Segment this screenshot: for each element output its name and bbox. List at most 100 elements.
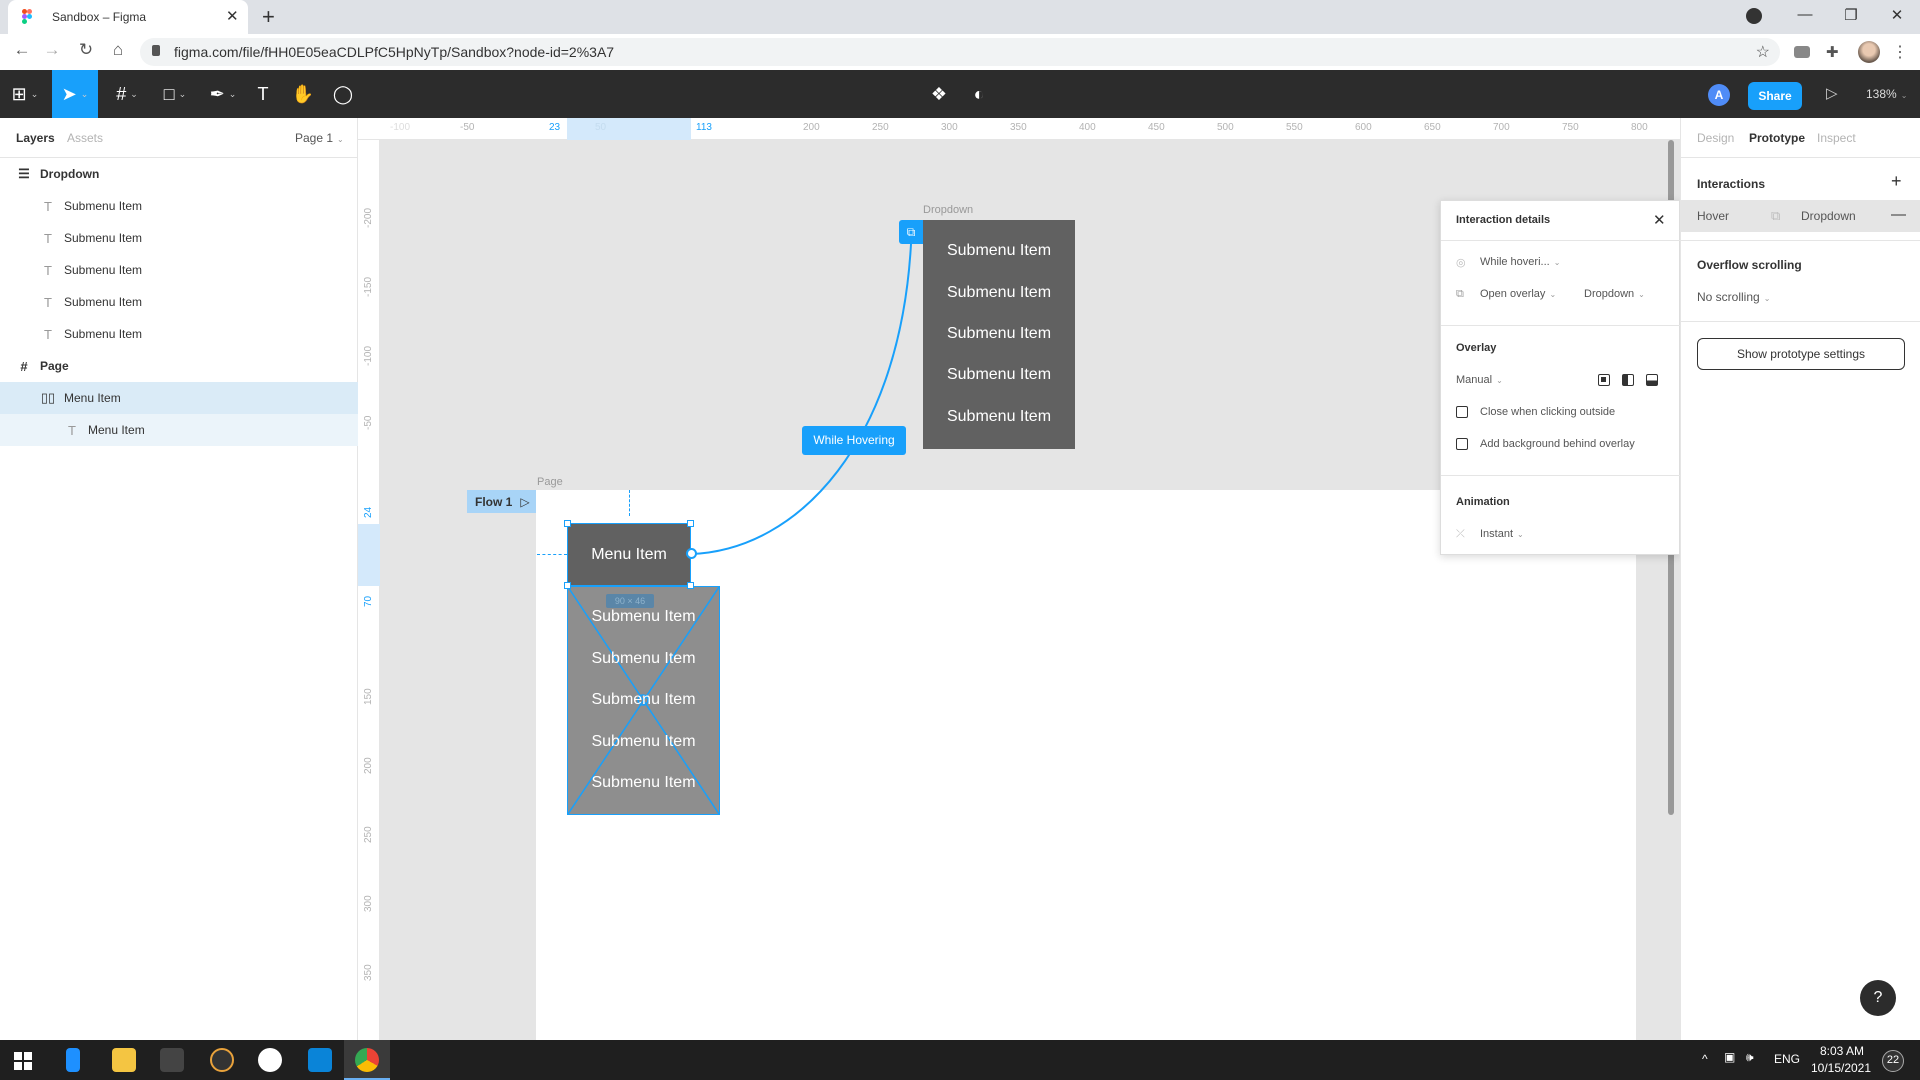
browser-tab[interactable]: Sandbox – Figma ✕ — [8, 0, 248, 34]
profile-avatar[interactable] — [1858, 41, 1880, 63]
zoom-level-dropdown[interactable]: 138% ⌄ — [1866, 87, 1907, 101]
tab-layers[interactable]: Layers — [16, 131, 55, 145]
add-interaction-plus-icon[interactable]: + — [1891, 171, 1902, 192]
chevron-down-icon: ⌄ — [1549, 290, 1557, 299]
connection-node-handle[interactable] — [686, 548, 697, 559]
phone-app-icon[interactable] — [66, 1048, 80, 1072]
forward-button[interactable]: → — [40, 40, 64, 60]
new-tab-button[interactable]: + — [262, 4, 275, 30]
contrast-button[interactable]: ◐ — [956, 70, 1002, 118]
layer-submenu-item[interactable]: T Submenu Item — [0, 286, 358, 318]
resize-handle[interactable] — [687, 582, 694, 589]
camera-icon[interactable] — [1794, 46, 1810, 58]
overlay-preview[interactable]: 90 × 46 Submenu Item Submenu Item Submen… — [567, 586, 720, 815]
comment-tool-button[interactable]: ◯ — [320, 70, 366, 118]
interaction-row[interactable]: Hover ⧉ Dropdown — — [1681, 200, 1920, 232]
file-explorer-icon[interactable] — [112, 1048, 136, 1072]
home-button[interactable]: ⌂ — [106, 40, 130, 60]
move-tool-button[interactable]: ➤ ⌄ — [52, 70, 98, 118]
bookmark-star-icon[interactable]: ☆ — [1756, 42, 1770, 62]
position-value: Manual — [1456, 374, 1493, 386]
position-bottom-icon[interactable] — [1646, 374, 1658, 386]
clock-time[interactable]: 8:03 AM — [1812, 1044, 1872, 1058]
tab-search-icon[interactable] — [1746, 8, 1762, 24]
present-play-button[interactable]: ▷ — [1826, 84, 1838, 102]
resize-handle[interactable] — [687, 520, 694, 527]
layer-menu-item-selected[interactable]: ▯▯ Menu Item — [0, 382, 358, 414]
connection-curve — [690, 243, 912, 555]
layer-name: Submenu Item — [64, 199, 143, 213]
windows-start-icon[interactable] — [14, 1052, 32, 1070]
connection-trigger-label[interactable]: While Hovering — [802, 426, 906, 455]
layer-name: Page — [40, 359, 69, 373]
tab-inspect[interactable]: Inspect — [1817, 131, 1856, 145]
layer-submenu-item[interactable]: T Submenu Item — [0, 254, 358, 286]
restore-button[interactable]: ❐ — [1836, 6, 1866, 24]
chrome-menu-icon[interactable]: ⋮ — [1892, 42, 1908, 62]
extensions-puzzle-icon[interactable]: ✚ — [1826, 43, 1839, 61]
minimize-button[interactable]: — — [1790, 6, 1820, 23]
tab-assets[interactable]: Assets — [67, 131, 103, 145]
layer-submenu-item[interactable]: T Submenu Item — [0, 318, 358, 350]
layer-page[interactable]: # Page — [0, 350, 358, 382]
chevron-down-icon: ⌄ — [337, 135, 344, 144]
menu-item-frame-selected[interactable]: Menu Item — [567, 523, 691, 586]
clock-date[interactable]: 10/15/2021 — [1806, 1061, 1876, 1075]
reload-button[interactable]: ↻ — [74, 40, 98, 60]
tab-design[interactable]: Design — [1697, 131, 1734, 145]
terminal-icon[interactable] — [160, 1048, 184, 1072]
help-button[interactable]: ? — [1860, 980, 1896, 1016]
notifications-badge[interactable]: 22 — [1882, 1050, 1904, 1072]
slack-icon[interactable] — [258, 1048, 282, 1072]
close-outside-checkbox[interactable] — [1456, 406, 1468, 418]
popup-header: Interaction details ✕ — [1441, 201, 1681, 241]
back-button[interactable]: ← — [10, 40, 34, 60]
show-hidden-icons[interactable]: ^ — [1702, 1052, 1708, 1066]
windows-taskbar — [0, 1040, 1920, 1080]
share-button[interactable]: Share — [1748, 82, 1802, 110]
frame-tool-button[interactable]: # ⌄ — [104, 70, 150, 118]
volume-icon[interactable]: 🕪 — [1746, 1050, 1754, 1065]
interaction-trigger: Hover — [1697, 209, 1730, 223]
resize-handle[interactable] — [564, 582, 571, 589]
resize-handle[interactable] — [564, 520, 571, 527]
animation-dropdown[interactable]: Instant ⌄ — [1480, 528, 1524, 540]
user-avatar[interactable]: A — [1708, 84, 1730, 106]
action-dropdown[interactable]: Open overlay ⌄ — [1480, 288, 1556, 300]
vscode-icon[interactable] — [308, 1048, 332, 1072]
position-center-icon[interactable] — [1598, 374, 1610, 386]
page-selector[interactable]: Page 1 ⌄ — [295, 131, 344, 145]
close-icon[interactable]: ✕ — [1653, 211, 1666, 229]
remove-interaction-minus-icon[interactable]: — — [1891, 206, 1906, 223]
ruler-tick: -100 — [363, 345, 374, 366]
overlay-position-dropdown[interactable]: Manual ⌄ — [1456, 374, 1503, 386]
main-menu-button[interactable]: ⊞ ⌄ — [2, 70, 48, 118]
network-icon[interactable]: ▣ — [1724, 1050, 1735, 1064]
layer-dropdown[interactable]: ☰ Dropdown — [0, 158, 358, 190]
chevron-down-icon: ⌄ — [80, 88, 89, 99]
chrome-taskbar-button[interactable] — [344, 1040, 390, 1080]
ruler-tick: 70 — [363, 595, 374, 607]
layers-panel: Layers Assets Page 1 ⌄ ☰ Dropdown T Submenu… — [0, 118, 358, 1040]
address-bar[interactable]: figma.com/file/fHH0E05eaCDLPfC5HpNyTp/Sa… — [140, 38, 1780, 66]
contrast-icon: ◐ — [973, 83, 985, 104]
trigger-dropdown[interactable]: While hoveri... ⌄ — [1480, 256, 1560, 268]
add-background-checkbox[interactable] — [1456, 438, 1468, 450]
davinci-resolve-icon[interactable] — [210, 1048, 234, 1072]
layer-name: Submenu Item — [64, 231, 143, 245]
layer-submenu-item[interactable]: T Submenu Item — [0, 190, 358, 222]
language-indicator[interactable]: ENG — [1774, 1052, 1800, 1066]
shape-tool-button[interactable]: □ ⌄ — [152, 70, 198, 118]
layer-submenu-item[interactable]: T Submenu Item — [0, 222, 358, 254]
layer-menu-item-text[interactable]: T Menu Item — [0, 414, 358, 446]
tab-prototype[interactable]: Prototype — [1749, 131, 1805, 145]
menu-item-text: Menu Item — [591, 546, 667, 563]
close-window-button[interactable]: ✕ — [1882, 6, 1912, 24]
text-icon: T — [44, 326, 52, 342]
overflow-dropdown[interactable]: No scrolling ⌄ — [1697, 290, 1770, 304]
tab-close-icon[interactable]: ✕ — [226, 7, 239, 25]
position-left-icon[interactable] — [1622, 374, 1634, 386]
destination-dropdown[interactable]: Dropdown ⌄ — [1584, 288, 1645, 300]
show-prototype-settings-button[interactable]: Show prototype settings — [1697, 338, 1905, 370]
ruler-tick: 150 — [363, 688, 374, 705]
